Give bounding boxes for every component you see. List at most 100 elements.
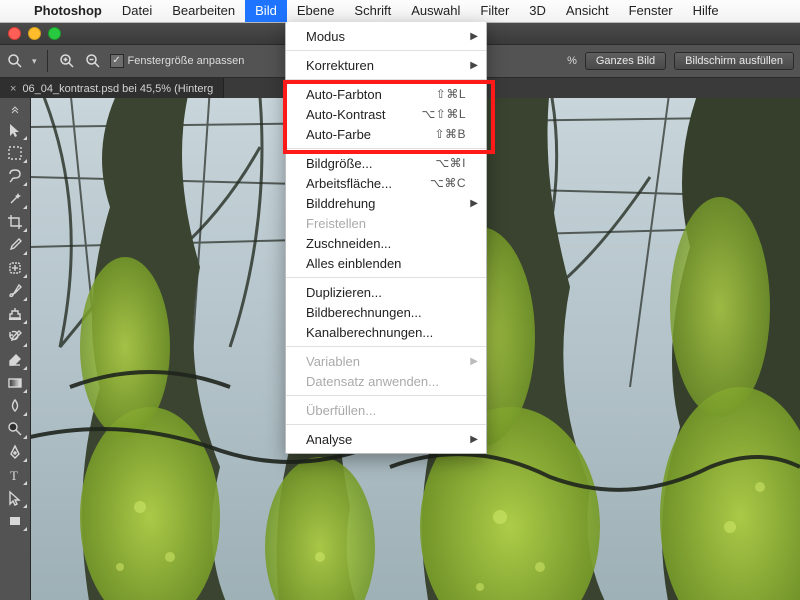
menu-fenster[interactable]: Fenster — [619, 0, 683, 22]
menu-item-korrekturen[interactable]: Korrekturen ▶ — [286, 55, 486, 75]
close-window-button[interactable] — [8, 27, 21, 40]
menu-item-label: Arbeitsfläche... — [306, 176, 392, 191]
fill-screen-button[interactable]: Bildschirm ausfüllen — [674, 52, 794, 70]
menu-item-shortcut: ⌥⌘C — [430, 176, 466, 190]
menu-separator — [286, 395, 486, 396]
path-selection-tool[interactable] — [2, 487, 28, 509]
type-tool[interactable]: T — [2, 464, 28, 486]
menu-item-label: Freistellen — [306, 216, 366, 231]
menu-bearbeiten[interactable]: Bearbeiten — [162, 0, 245, 22]
menu-item-auto-farbton[interactable]: Auto-Farbton ⇧⌘L — [286, 84, 486, 104]
menu-item-auto-kontrast[interactable]: Auto-Kontrast⌥⇧⌘L — [286, 104, 486, 124]
menu-item-shortcut: ⇧⌘L — [436, 87, 466, 101]
healing-brush-tool[interactable] — [2, 257, 28, 279]
menu-item-zuschneiden[interactable]: Zuschneiden... — [286, 233, 486, 253]
menu-item-bilddrehung[interactable]: Bilddrehung ▶ — [286, 193, 486, 213]
menu-ansicht[interactable]: Ansicht — [556, 0, 619, 22]
window-controls — [0, 27, 69, 40]
menu-item-auto-farbe[interactable]: Auto-Farbe ⇧⌘B — [286, 124, 486, 144]
marquee-tool[interactable] — [2, 142, 28, 164]
submenu-arrow-icon: ▶ — [470, 60, 478, 71]
menu-item-bildberechnungen[interactable]: Bildberechnungen... — [286, 302, 486, 322]
menu-auswahl[interactable]: Auswahl — [401, 0, 470, 22]
menu-schrift[interactable]: Schrift — [344, 0, 401, 22]
menu-item-analyse[interactable]: Analyse▶ — [286, 429, 486, 449]
rectangle-tool[interactable] — [2, 510, 28, 532]
menu-item-label: Auto-Farbe — [306, 127, 371, 142]
menu-item-label: Modus — [306, 29, 345, 44]
menu-item-label: Alles einblenden — [306, 256, 401, 271]
zoom-in-icon[interactable] — [58, 52, 76, 70]
history-brush-tool[interactable] — [2, 326, 28, 348]
magic-wand-tool[interactable] — [2, 188, 28, 210]
menu-item-arbeitsfl-che[interactable]: Arbeitsfläche... ⌥⌘C — [286, 173, 486, 193]
menu-bild[interactable]: Bild — [245, 0, 287, 22]
menu-item-bildgr-e[interactable]: Bildgröße... ⌥⌘I — [286, 153, 486, 173]
submenu-arrow-icon: ▶ — [470, 356, 478, 367]
svg-text:T: T — [10, 468, 18, 483]
submenu-arrow-icon: ▶ — [470, 31, 478, 42]
fit-screen-button[interactable]: Ganzes Bild — [585, 52, 666, 70]
menu-filter[interactable]: Filter — [470, 0, 519, 22]
menu-item-freistellen: Freistellen — [286, 213, 486, 233]
mac-menubar: Photoshop Datei Bearbeiten Bild Ebene Sc… — [0, 0, 800, 23]
dodge-tool[interactable] — [2, 418, 28, 440]
gradient-tool[interactable] — [2, 372, 28, 394]
close-tab-icon[interactable]: × — [10, 83, 16, 95]
tools-panel: T — [0, 98, 31, 600]
menu-item-label: Bildberechnungen... — [306, 305, 422, 320]
menu-item-label: Bilddrehung — [306, 196, 375, 211]
move-tool[interactable] — [2, 119, 28, 141]
menu-separator — [286, 79, 486, 80]
menu-item-label: Korrekturen — [306, 58, 374, 73]
menu-item-modus[interactable]: Modus ▶ — [286, 26, 486, 46]
menu-item-label: Datensatz anwenden... — [306, 374, 439, 389]
zoom-tool-icon[interactable] — [6, 52, 24, 70]
menu-item-label: Bildgröße... — [306, 156, 372, 171]
menu-item-datensatz-anwenden: Datensatz anwenden... — [286, 371, 486, 391]
menu-item-kanalberechnungen[interactable]: Kanalberechnungen... — [286, 322, 486, 342]
menu-item-berf-llen: Überfüllen... — [286, 400, 486, 420]
menu-item-label: Variablen — [306, 354, 360, 369]
document-tab[interactable]: × 06_04_kontrast.psd bei 45,5% (Hinterg — [0, 78, 224, 100]
pen-tool[interactable] — [2, 441, 28, 463]
lasso-tool[interactable] — [2, 165, 28, 187]
crop-tool[interactable] — [2, 211, 28, 233]
document-tab-label: 06_04_kontrast.psd bei 45,5% (Hinterg — [22, 83, 213, 95]
menu-item-label: Auto-Farbton — [306, 87, 382, 102]
menu-item-shortcut: ⇧⌘B — [434, 127, 466, 141]
collapse-panel-icon[interactable] — [2, 102, 28, 116]
menu-separator — [286, 424, 486, 425]
eyedropper-tool[interactable] — [2, 234, 28, 256]
blur-tool[interactable] — [2, 395, 28, 417]
clone-stamp-tool[interactable] — [2, 303, 28, 325]
zoom-readout: % — [567, 55, 577, 67]
menu-hilfe[interactable]: Hilfe — [683, 0, 729, 22]
menu-separator — [286, 277, 486, 278]
menu-item-label: Überfüllen... — [306, 403, 376, 418]
app-menu[interactable]: Photoshop — [24, 0, 112, 22]
menu-ebene[interactable]: Ebene — [287, 0, 345, 22]
eraser-tool[interactable] — [2, 349, 28, 371]
fit-window-checkbox[interactable]: ✓ Fenstergröße anpassen — [110, 54, 245, 68]
minimize-window-button[interactable] — [28, 27, 41, 40]
menu-item-alles-einblenden[interactable]: Alles einblenden — [286, 253, 486, 273]
menu-item-shortcut: ⌥⇧⌘L — [421, 107, 466, 121]
menu-datei[interactable]: Datei — [112, 0, 162, 22]
menu-item-shortcut: ⌥⌘I — [435, 156, 466, 170]
menu-item-label: Analyse — [306, 432, 352, 447]
menu-separator — [286, 50, 486, 51]
menu-item-label: Kanalberechnungen... — [306, 325, 433, 340]
zoom-out-icon[interactable] — [84, 52, 102, 70]
menu-separator — [286, 148, 486, 149]
submenu-arrow-icon: ▶ — [470, 198, 478, 209]
menu-item-label: Zuschneiden... — [306, 236, 391, 251]
menu-separator — [286, 346, 486, 347]
menu-3d[interactable]: 3D — [519, 0, 556, 22]
menu-item-duplizieren[interactable]: Duplizieren... — [286, 282, 486, 302]
bild-menu-dropdown: Modus ▶ Korrekturen ▶ Auto-Farbton ⇧⌘L Auto-Ko… — [285, 22, 487, 454]
checkbox-icon: ✓ — [110, 54, 124, 68]
menu-item-label: Duplizieren... — [306, 285, 382, 300]
brush-tool[interactable] — [2, 280, 28, 302]
zoom-window-button[interactable] — [48, 27, 61, 40]
